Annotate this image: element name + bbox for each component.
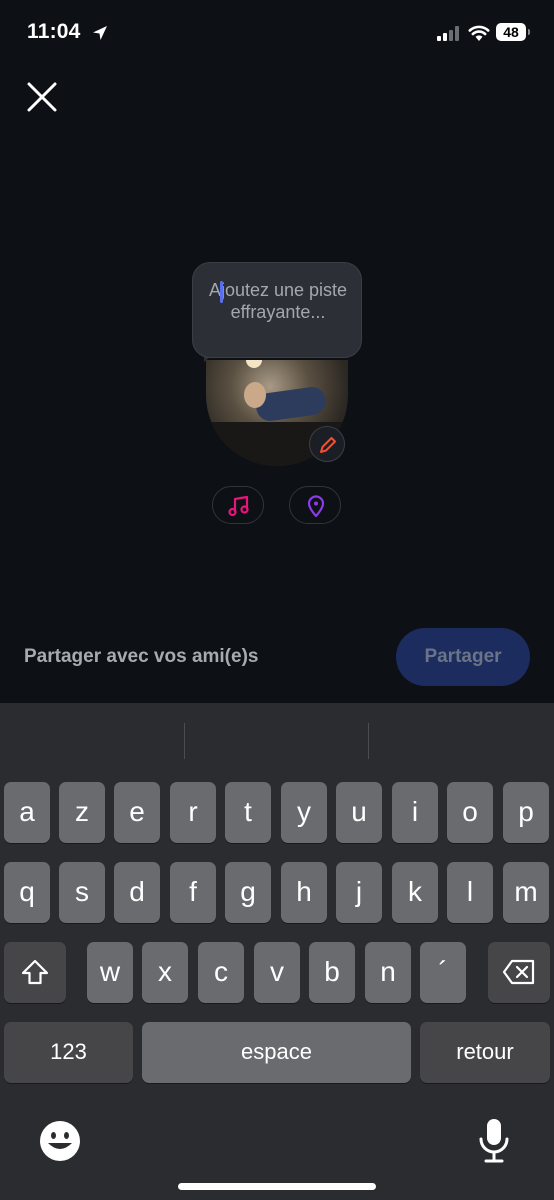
music-note-icon: [228, 495, 249, 517]
key-g[interactable]: g: [225, 862, 271, 923]
key-k[interactable]: k: [392, 862, 438, 923]
microphone-icon: [479, 1119, 509, 1163]
key-o[interactable]: o: [447, 782, 493, 843]
home-indicator[interactable]: [178, 1183, 376, 1190]
cellular-signal-icon: [437, 26, 463, 41]
status-bar: 11:04 48: [0, 0, 554, 66]
delete-key[interactable]: [488, 942, 550, 1003]
shift-icon: [21, 959, 49, 985]
key-a[interactable]: a: [4, 782, 50, 843]
location-pin-icon: [307, 495, 325, 517]
key-z[interactable]: z: [59, 782, 105, 843]
suggestion-divider: [184, 723, 185, 759]
key-p[interactable]: p: [503, 782, 549, 843]
battery-indicator: 48: [496, 23, 530, 41]
numbers-key[interactable]: 123: [4, 1022, 133, 1083]
key-l[interactable]: l: [447, 862, 493, 923]
status-time: 11:04: [27, 20, 81, 43]
key-r[interactable]: r: [170, 782, 216, 843]
text-caret: [220, 281, 223, 303]
caption-placeholder: Ajoutez une piste effrayante...: [208, 280, 348, 322]
backspace-icon: [502, 959, 535, 985]
emoji-icon: [40, 1121, 80, 1161]
space-key[interactable]: espace: [142, 1022, 411, 1083]
caption-input[interactable]: Ajoutez une piste effrayante...: [192, 262, 362, 358]
emoji-button[interactable]: [38, 1119, 82, 1163]
wifi-icon: [468, 25, 490, 41]
key-d[interactable]: d: [114, 862, 160, 923]
edit-photo-button[interactable]: [309, 426, 345, 462]
key-accent[interactable]: ´: [420, 942, 466, 1003]
key-t[interactable]: t: [225, 782, 271, 843]
key-y[interactable]: y: [281, 782, 327, 843]
key-b[interactable]: b: [309, 942, 355, 1003]
key-w[interactable]: w: [87, 942, 133, 1003]
key-j[interactable]: j: [336, 862, 382, 923]
key-n[interactable]: n: [365, 942, 411, 1003]
share-button[interactable]: Partager: [396, 628, 530, 686]
key-f[interactable]: f: [170, 862, 216, 923]
key-m[interactable]: m: [503, 862, 549, 923]
suggestion-bar: [0, 703, 554, 775]
add-location-button[interactable]: [289, 486, 341, 524]
shift-key[interactable]: [4, 942, 66, 1003]
close-button[interactable]: [24, 79, 60, 115]
key-c[interactable]: c: [198, 942, 244, 1003]
key-u[interactable]: u: [336, 782, 382, 843]
close-icon: [27, 82, 57, 112]
dictation-button[interactable]: [476, 1117, 512, 1165]
share-with-friends-label: Partager avec vos ami(e)s: [24, 646, 259, 667]
return-key[interactable]: retour: [420, 1022, 550, 1083]
key-v[interactable]: v: [254, 942, 300, 1003]
location-arrow-icon: [93, 26, 107, 40]
suggestion-divider: [368, 723, 369, 759]
key-h[interactable]: h: [281, 862, 327, 923]
key-x[interactable]: x: [142, 942, 188, 1003]
add-music-button[interactable]: [212, 486, 264, 524]
key-e[interactable]: e: [114, 782, 160, 843]
keyboard: a z e r t y u i o p q s d f g h j k l m …: [0, 703, 554, 1200]
key-s[interactable]: s: [59, 862, 105, 923]
key-i[interactable]: i: [392, 782, 438, 843]
pencil-icon: [320, 437, 336, 453]
key-q[interactable]: q: [4, 862, 50, 923]
